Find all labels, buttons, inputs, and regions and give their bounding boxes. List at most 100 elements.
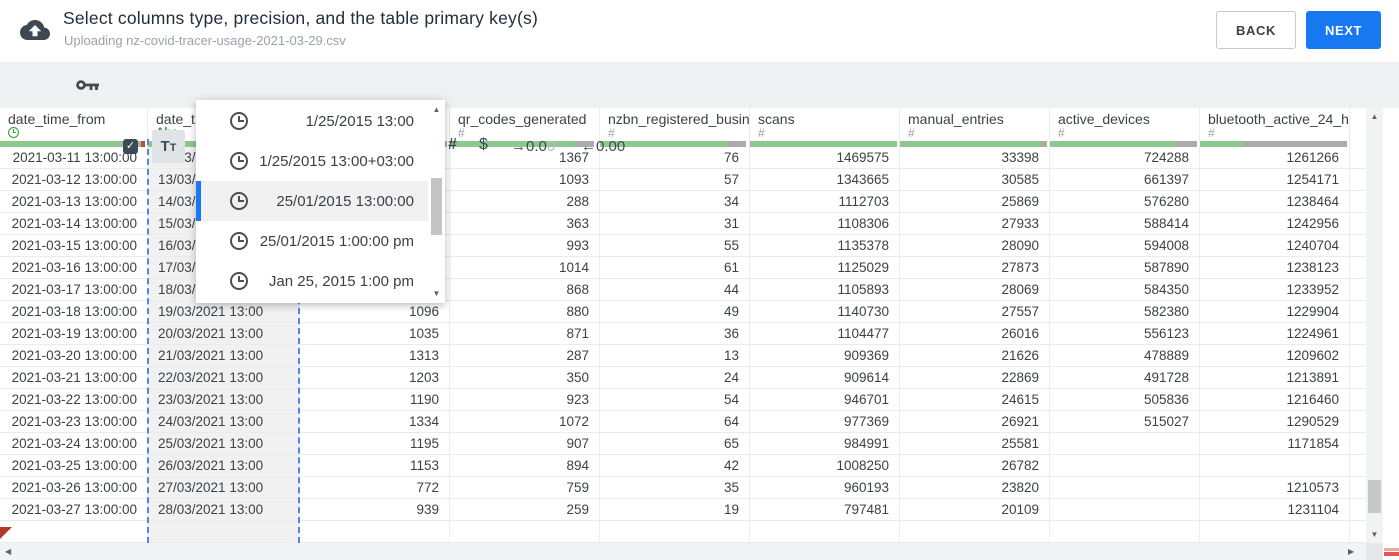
cell: 772 (300, 477, 450, 498)
upload-cloud-icon (20, 20, 50, 40)
column-header[interactable]: scans # (750, 108, 900, 147)
cell: 984991 (750, 433, 900, 454)
cell: 26016 (900, 323, 1050, 344)
next-button[interactable]: NEXT (1306, 11, 1381, 49)
increase-precision-button[interactable]: →0.00 (511, 138, 555, 155)
back-button[interactable]: BACK (1216, 11, 1296, 49)
cell: 1112703 (750, 191, 900, 212)
dropdown-scrollbar[interactable]: ▲ ▼ (428, 100, 445, 303)
cell: 1125029 (750, 257, 900, 278)
column-name: bluetooth_active_24_hr_ (1208, 111, 1349, 127)
cell: 287 (450, 345, 600, 366)
column-header[interactable]: bluetooth_active_24_hr_ # (1200, 108, 1350, 147)
quality-bar-segment (1244, 141, 1347, 147)
cell: 19 (600, 499, 750, 520)
dropdown-item[interactable]: 25/01/2015 13:00:00 (196, 181, 428, 221)
cell: 25/03/2021 13:00 (148, 433, 300, 454)
clock-icon (230, 192, 248, 210)
cell: 1035 (300, 323, 450, 344)
cell: 1343665 (750, 169, 900, 190)
dropdown-scrollbar-thumb[interactable] (431, 178, 442, 235)
cell: 1334 (300, 411, 450, 432)
horizontal-scrollbar[interactable]: ◀ ▶ (0, 543, 1366, 560)
scroll-down-arrow-icon[interactable]: ▼ (1366, 530, 1383, 539)
cell: 993 (450, 235, 600, 256)
cell (750, 521, 900, 542)
cell: 28/03/2021 13:00 (148, 499, 300, 520)
clock-icon (230, 152, 248, 170)
cell: 26921 (900, 411, 1050, 432)
column-name: nzbn_registered_busine (608, 111, 749, 127)
scroll-up-arrow-icon[interactable]: ▲ (428, 105, 445, 114)
cell: 44 (600, 279, 750, 300)
cell: 1290529 (1200, 411, 1350, 432)
cell (1050, 433, 1200, 454)
cell: 909369 (750, 345, 900, 366)
table-row (0, 521, 1366, 543)
cell (1050, 499, 1200, 520)
cell: 2021-03-21 13:00:00 (0, 367, 148, 388)
scroll-up-arrow-icon[interactable]: ▲ (1366, 112, 1383, 121)
dropdown-item[interactable]: 1/25/2015 13:00+03:00 (196, 141, 428, 181)
scroll-left-arrow-icon[interactable]: ◀ (5, 547, 11, 556)
include-column-checkbox[interactable]: ✓ (123, 139, 138, 154)
decrease-precision-button[interactable]: ←0.00 (581, 138, 625, 155)
primary-key-icon[interactable] (76, 78, 100, 93)
cell: 1229904 (1200, 301, 1350, 322)
dropdown-item-label: 1/25/2015 13:00 (305, 112, 414, 130)
dropdown-item[interactable]: Jan 25, 2015 1:00 pm (196, 261, 428, 301)
row-flag-marker (0, 527, 12, 539)
column-type-label: # (1208, 126, 1215, 140)
cell: 1210573 (1200, 477, 1350, 498)
cell: 23/03/2021 13:00 (148, 389, 300, 410)
cell: 22/03/2021 13:00 (148, 367, 300, 388)
scroll-down-arrow-icon[interactable]: ▼ (428, 289, 445, 298)
vertical-scrollbar-thumb[interactable] (1368, 480, 1381, 513)
cell: 2021-03-24 13:00:00 (0, 433, 148, 454)
cell: 31 (600, 213, 750, 234)
cell (1050, 455, 1200, 476)
cell: 24/03/2021 13:00 (148, 411, 300, 432)
cell: 1096 (300, 301, 450, 322)
vertical-scrollbar[interactable]: ▲ ▼ (1366, 108, 1383, 543)
cell: 1171854 (1200, 433, 1350, 454)
cell: 797481 (750, 499, 900, 520)
cell: 259 (450, 499, 600, 520)
text-type-button[interactable]: TT (152, 130, 185, 163)
table-row: 2021-03-26 13:00:00 27/03/2021 13:00 772 75… (0, 477, 1366, 499)
quality-bar-segment (727, 141, 746, 147)
column-header[interactable]: manual_entries # (900, 108, 1050, 147)
scroll-right-arrow-icon[interactable]: ▶ (1348, 547, 1354, 556)
cell: 491728 (1050, 367, 1200, 388)
quality-bar-segment (900, 141, 1042, 147)
cell: 21/03/2021 13:00 (148, 345, 300, 366)
cell: 2021-03-27 13:00:00 (0, 499, 148, 520)
cell: 1233952 (1200, 279, 1350, 300)
cell: 55 (600, 235, 750, 256)
table-row: 2021-03-20 13:00:00 21/03/2021 13:00 1313 2… (0, 345, 1366, 367)
cell: 505836 (1050, 389, 1200, 410)
cell: 1242956 (1200, 213, 1350, 234)
column-name: scans (758, 111, 795, 127)
clock-icon (8, 127, 19, 138)
cell: 1238123 (1200, 257, 1350, 278)
quality-bar (900, 141, 1047, 147)
number-type-button[interactable]: # (448, 136, 457, 154)
table-row: 2021-03-27 13:00:00 28/03/2021 13:00 939 25… (0, 499, 1366, 521)
cell (1200, 521, 1350, 542)
cell: 20/03/2021 13:00 (148, 323, 300, 344)
dropdown-item-label: 25/01/2015 1:00:00 pm (259, 232, 414, 250)
currency-type-button[interactable]: $ (479, 136, 488, 154)
clock-icon (230, 272, 248, 290)
column-header[interactable]: active_devices # (1050, 108, 1200, 147)
page-title: Select columns type, precision, and the … (63, 8, 538, 28)
dropdown-item-list: 1/25/2015 13:00 1/25/2015 13:00+03:00 25/0… (196, 101, 428, 301)
cell: 1261266 (1200, 147, 1350, 168)
dropdown-item[interactable]: 25/01/2015 1:00:00 pm (196, 221, 428, 261)
cell: 49 (600, 301, 750, 322)
dropdown-item[interactable]: 1/25/2015 13:00 (196, 101, 428, 141)
cell (1050, 477, 1200, 498)
column-name: qr_codes_generated (458, 111, 587, 127)
cell: 939 (300, 499, 450, 520)
column-name: active_devices (1058, 111, 1150, 127)
